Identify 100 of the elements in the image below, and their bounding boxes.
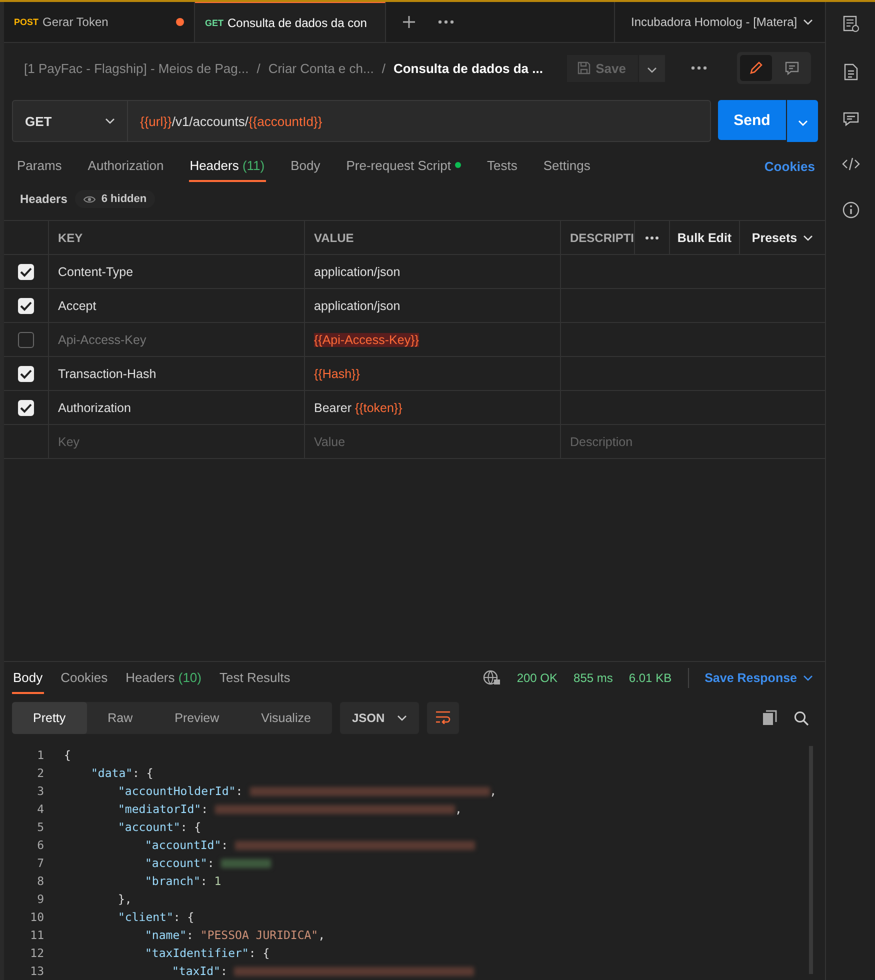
caret-icon: [803, 234, 814, 240]
breadcrumb-separator: /: [256, 60, 260, 76]
code-line: "account": {: [118, 820, 202, 834]
line-number: 9: [36, 892, 45, 906]
line-number: 3: [36, 784, 45, 798]
code-line: "mediatorId": ,: [118, 802, 462, 816]
search-icon[interactable]: [794, 710, 809, 726]
response-time: 855 ms: [574, 671, 613, 685]
code-line: "client": {: [118, 910, 194, 924]
line-number: 12: [29, 946, 45, 960]
line-number: 1: [36, 748, 45, 762]
copy-icon[interactable]: [762, 710, 778, 726]
tab-title: Gerar Token: [42, 15, 110, 29]
save-response-dropdown[interactable]: Save Response: [704, 671, 813, 685]
comment-icon[interactable]: [842, 111, 860, 127]
code-line: "account":: [145, 856, 272, 870]
line-number: 7: [36, 856, 45, 870]
plus-icon[interactable]: [402, 15, 416, 29]
view-mode-tab[interactable]: Visualize: [240, 702, 332, 734]
table-cell: application/json: [305, 255, 561, 288]
comment-icon: [784, 60, 800, 76]
document-icon[interactable]: [842, 63, 858, 81]
method-label: GET: [205, 18, 224, 28]
breadcrumb-separator: /: [382, 60, 386, 76]
method-label: POST: [14, 17, 39, 27]
request-section-tab[interactable]: Settings: [542, 150, 592, 182]
format-dropdown[interactable]: JSON: [340, 702, 419, 734]
request-section-tab[interactable]: Params: [16, 150, 63, 182]
more-icon[interactable]: [438, 20, 454, 24]
caret-icon: [647, 66, 657, 72]
more-icon[interactable]: [691, 66, 707, 70]
table-cell: Api-Access-Key: [49, 323, 305, 356]
request-section-tab[interactable]: Headers (11): [188, 150, 266, 182]
more-icon[interactable]: [645, 236, 659, 240]
wrap-lines-icon: [434, 710, 451, 724]
line-number: 11: [29, 928, 45, 942]
table-cell: application/json: [305, 289, 561, 322]
code-line: "branch": 1: [145, 874, 222, 888]
line-number: 2: [36, 766, 45, 780]
line-number: 10: [29, 910, 45, 924]
globe-lock-icon: [482, 670, 501, 686]
code-line: {: [64, 748, 71, 762]
caret-icon: [803, 19, 813, 25]
request-section-tab[interactable]: Body: [290, 150, 322, 182]
column-header: DESCRIPTI: [561, 221, 635, 254]
code-line: "data": {: [91, 766, 154, 780]
headers-label: Headers: [20, 192, 68, 206]
column-header: KEY: [49, 221, 305, 254]
caret-icon: [396, 715, 407, 721]
breadcrumb-link[interactable]: Criar Conta e ch...: [268, 60, 374, 76]
cookies-link[interactable]: Cookies: [764, 158, 815, 174]
response-tab[interactable]: Test Results: [218, 662, 292, 694]
request-section-tab[interactable]: Authorization: [86, 150, 165, 182]
request-tab[interactable]: GET Consulta de dados da con: [195, 2, 386, 42]
hidden-headers-toggle[interactable]: 6 hidden: [75, 190, 155, 208]
caret-icon: [798, 120, 808, 126]
response-tab[interactable]: Cookies: [60, 662, 109, 694]
edit-mode-button[interactable]: [740, 55, 772, 81]
table-cell: Accept: [49, 289, 305, 322]
code-line: "taxId":: [172, 964, 474, 978]
code-line: "accountId":: [145, 838, 476, 852]
code-line: "accountHolderId": ,: [118, 784, 496, 798]
response-size: 6.01 KB: [628, 671, 672, 685]
line-number: 5: [36, 820, 45, 834]
bulk-edit-button[interactable]: Bulk Edit: [671, 230, 738, 246]
line-number: 13: [29, 964, 45, 978]
view-mode-tab[interactable]: Pretty: [12, 702, 87, 734]
line-number: 4: [36, 802, 45, 816]
table-cell: {{Api-Access-Key}}: [305, 323, 561, 356]
table-cell: Bearer {{token}}: [305, 391, 561, 424]
tab-title: Consulta de dados da con: [228, 16, 368, 30]
table-cell: Authorization: [49, 391, 305, 424]
table-cell: Transaction-Hash: [49, 357, 305, 390]
presets-dropdown[interactable]: Presets: [746, 230, 820, 246]
request-section-tab[interactable]: Pre-request Script: [345, 150, 462, 182]
environment-dropdown[interactable]: Incubadora Homolog - [Matera]: [614, 2, 825, 42]
code-line: "taxIdentifier": {: [145, 946, 270, 960]
column-header: VALUE: [305, 221, 561, 254]
response-tab[interactable]: Headers (10): [124, 662, 202, 694]
view-mode-tab[interactable]: Preview: [154, 702, 240, 734]
code-line: "name": "PESSOA JURIDICA",: [145, 928, 326, 942]
wrap-button[interactable]: [426, 702, 459, 734]
caret-icon: [803, 675, 813, 681]
checkbox[interactable]: [18, 332, 34, 348]
breadcrumb-link[interactable]: [1 PayFac - Flagship] - Meios de Pag...: [24, 60, 249, 76]
code-icon[interactable]: [842, 157, 860, 171]
code-line: },: [118, 892, 132, 906]
view-mode-tab[interactable]: Raw: [86, 702, 154, 734]
table-cell: Content-Type: [49, 255, 305, 288]
request-section-tab[interactable]: Tests: [486, 150, 518, 182]
table-cell: {{Hash}}: [305, 357, 561, 390]
eye-icon: [83, 194, 96, 204]
line-number: 8: [36, 874, 45, 888]
info-icon[interactable]: [842, 201, 860, 219]
environment-quick-look-icon[interactable]: [842, 15, 860, 33]
send-button[interactable]: Send: [718, 100, 786, 140]
pencil-icon: [748, 60, 764, 76]
response-tab[interactable]: Body: [12, 662, 44, 694]
status-code: 200 OK: [516, 671, 558, 685]
line-number: 6: [36, 838, 45, 852]
